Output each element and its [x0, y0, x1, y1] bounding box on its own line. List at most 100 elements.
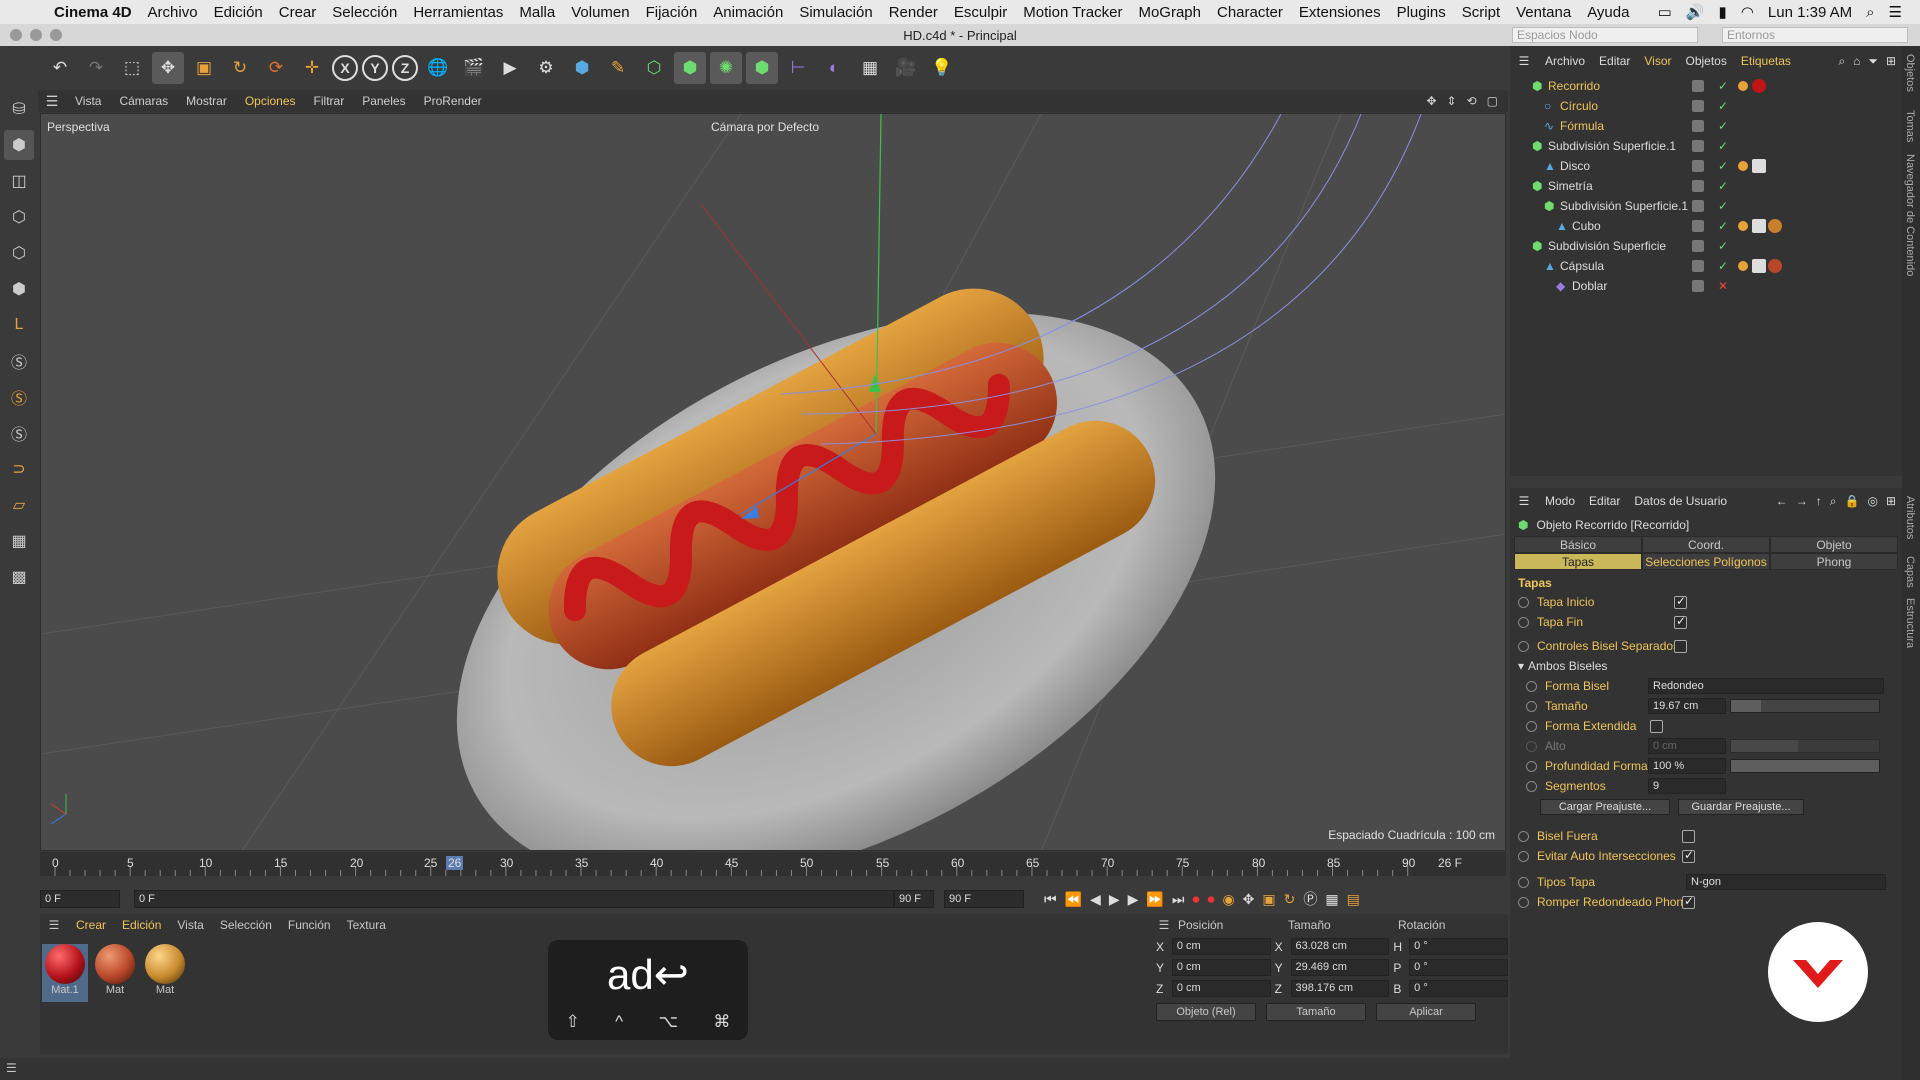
menu-plugins[interactable]: Plugins	[1389, 4, 1454, 21]
maximize-view-icon[interactable]: ▢	[1487, 94, 1498, 108]
start-frame-field[interactable]: 0 F	[40, 890, 120, 908]
obj-menu-objetos[interactable]: Objetos	[1679, 54, 1734, 68]
bisel-fuera-checkbox[interactable]	[1682, 829, 1695, 843]
position-y-field[interactable]: 0 cm	[1171, 959, 1271, 976]
side-tab-navegador[interactable]: Navegador de Contenido	[1904, 154, 1916, 276]
next-key-icon[interactable]: ⏩	[1146, 891, 1163, 908]
layer-toggle[interactable]	[1692, 120, 1704, 132]
enabled-check-icon[interactable]: ✓	[1718, 219, 1728, 233]
menu-ventana[interactable]: Ventana	[1508, 4, 1579, 21]
material-swatch[interactable]: Mat	[142, 944, 188, 1002]
select-icon[interactable]: ⬚	[116, 52, 148, 84]
animate-icon[interactable]	[1518, 616, 1529, 628]
environment-dropdown[interactable]: Entornos	[1722, 27, 1908, 43]
animate-icon[interactable]	[1518, 596, 1529, 608]
camera-label[interactable]: Cámara por Defecto	[711, 120, 819, 134]
wifi-icon[interactable]: ◠	[1741, 3, 1754, 21]
render-settings-icon[interactable]: ⚙	[530, 52, 562, 84]
next-frame-icon[interactable]: ▶	[1128, 891, 1139, 908]
animate-icon[interactable]	[1526, 700, 1537, 712]
size-y-field[interactable]: 29.469 cm	[1290, 959, 1390, 976]
animate-icon[interactable]	[1518, 640, 1529, 652]
menu-simulacion[interactable]: Simulación	[791, 4, 880, 21]
menu-icon[interactable]: ☰	[40, 918, 68, 932]
viewport-menu-paneles[interactable]: Paneles	[353, 94, 414, 108]
collapse-arrow-icon[interactable]: ▾	[1518, 659, 1524, 673]
forma-bisel-select[interactable]: Redondeo	[1648, 678, 1884, 694]
tab-tapas[interactable]: Tapas	[1514, 553, 1642, 570]
menu-esculpir[interactable]: Esculpir	[946, 4, 1015, 21]
range-end-field[interactable]: 90 F	[894, 890, 934, 908]
tamano-slider[interactable]	[1730, 699, 1880, 713]
light-icon[interactable]: 💡	[926, 52, 958, 84]
add-icon[interactable]: ✛	[296, 52, 328, 84]
size-x-field[interactable]: 63.028 cm	[1290, 938, 1390, 955]
filter-icon[interactable]: ⏷	[1868, 54, 1878, 69]
array-icon[interactable]: ⬢	[674, 52, 706, 84]
texture-mode-icon[interactable]: ◫	[4, 166, 34, 196]
controles-checkbox[interactable]	[1674, 639, 1687, 653]
layout-dropdown[interactable]: Espacios Nodo	[1512, 27, 1698, 43]
material-tag-icon[interactable]	[1768, 219, 1782, 233]
material-tag-icon[interactable]	[1768, 259, 1782, 273]
side-tab-estructura[interactable]: Estructura	[1904, 598, 1916, 648]
layer-toggle[interactable]	[1692, 80, 1704, 92]
key-position-icon[interactable]: ✥	[1243, 891, 1255, 908]
viewport-menu-vista[interactable]: Vista	[66, 94, 110, 108]
points-mode-icon[interactable]: ⬡	[4, 202, 34, 232]
tree-item-subdivision-1[interactable]: ⬢ Subdivisión Superficie.1 ✓	[1510, 196, 1902, 216]
menu-icon[interactable]: ☰	[1510, 494, 1538, 508]
menu-icon[interactable]: ☰	[1150, 918, 1178, 932]
floor-icon[interactable]: ▦	[854, 52, 886, 84]
rotation-p-field[interactable]: 0 °	[1409, 959, 1508, 976]
enabled-check-icon[interactable]: ✓	[1718, 79, 1728, 93]
rotation-b-field[interactable]: 0 °	[1409, 980, 1508, 997]
mat-menu-seleccion[interactable]: Selección	[212, 918, 280, 932]
texture-tag-icon[interactable]	[1752, 259, 1766, 273]
snap-settings-icon[interactable]: Ⓢ	[4, 382, 34, 412]
evitar-checkbox[interactable]	[1682, 848, 1695, 863]
recent-tools-icon[interactable]: ⟳	[260, 52, 292, 84]
side-tab-tomas[interactable]: Tomas	[1904, 110, 1916, 142]
tag-icon[interactable]	[1738, 161, 1748, 171]
layer-toggle[interactable]	[1692, 240, 1704, 252]
pan-icon[interactable]: ✥	[1426, 94, 1436, 108]
model-mode-icon[interactable]: ⬢	[4, 130, 34, 160]
search-icon[interactable]: ⌕	[1838, 54, 1845, 69]
new-panel-icon[interactable]: ⊞	[1886, 494, 1896, 509]
animate-icon[interactable]	[1518, 850, 1529, 862]
cube-icon[interactable]: ⬢	[566, 52, 598, 84]
timeline-window-icon[interactable]: ▤	[1347, 891, 1360, 908]
enabled-check-icon[interactable]: ✓	[1718, 179, 1728, 193]
row-ambos-biseles[interactable]: ▾ Ambos Biseles	[1510, 656, 1902, 676]
key-rotation-icon[interactable]: ↻	[1284, 891, 1296, 908]
texture-tag-icon[interactable]	[1752, 219, 1766, 233]
snap-enable-icon[interactable]: Ⓢ	[4, 418, 34, 448]
tree-item-subdivision-superficie[interactable]: ⬢ Subdivisión Superficie ✓	[1510, 236, 1902, 256]
keyframe-selection-icon[interactable]: ◉	[1222, 891, 1234, 908]
enabled-check-icon[interactable]: ✓	[1718, 119, 1728, 133]
key-pla-icon[interactable]: ▦	[1325, 891, 1338, 908]
z-axis-icon[interactable]: Z	[392, 55, 418, 81]
mograph-icon[interactable]: ⬢	[746, 52, 778, 84]
position-x-field[interactable]: 0 cm	[1171, 938, 1271, 955]
animate-icon[interactable]	[1518, 830, 1529, 842]
viewport-menu-camaras[interactable]: Cámaras	[110, 94, 177, 108]
go-to-start-icon[interactable]: ⏮	[1044, 891, 1057, 908]
redo-icon[interactable]: ↷	[80, 52, 112, 84]
obj-menu-visor[interactable]: Visor	[1637, 54, 1678, 68]
rotate-icon[interactable]: ↻	[224, 52, 256, 84]
coord-mode-select[interactable]: Objeto (Rel)	[1156, 1003, 1256, 1021]
magnet-icon[interactable]: ⊃	[4, 454, 34, 484]
search-icon[interactable]: ⌕	[1866, 4, 1874, 21]
forward-icon[interactable]: →	[1796, 494, 1808, 509]
tree-item-subdivision[interactable]: ⬢ Subdivisión Superficie.1 ✓	[1510, 136, 1902, 156]
prev-frame-icon[interactable]: ◀	[1090, 891, 1101, 908]
edges-mode-icon[interactable]: ⬡	[4, 238, 34, 268]
up-icon[interactable]: ↑	[1816, 494, 1822, 509]
menu-edicion[interactable]: Edición	[206, 4, 271, 21]
animate-icon[interactable]	[1526, 780, 1537, 792]
search-icon[interactable]: ⌕	[1830, 494, 1837, 509]
workplane-icon[interactable]: ▱	[4, 490, 34, 520]
orbit-icon[interactable]: ⟲	[1467, 94, 1477, 108]
